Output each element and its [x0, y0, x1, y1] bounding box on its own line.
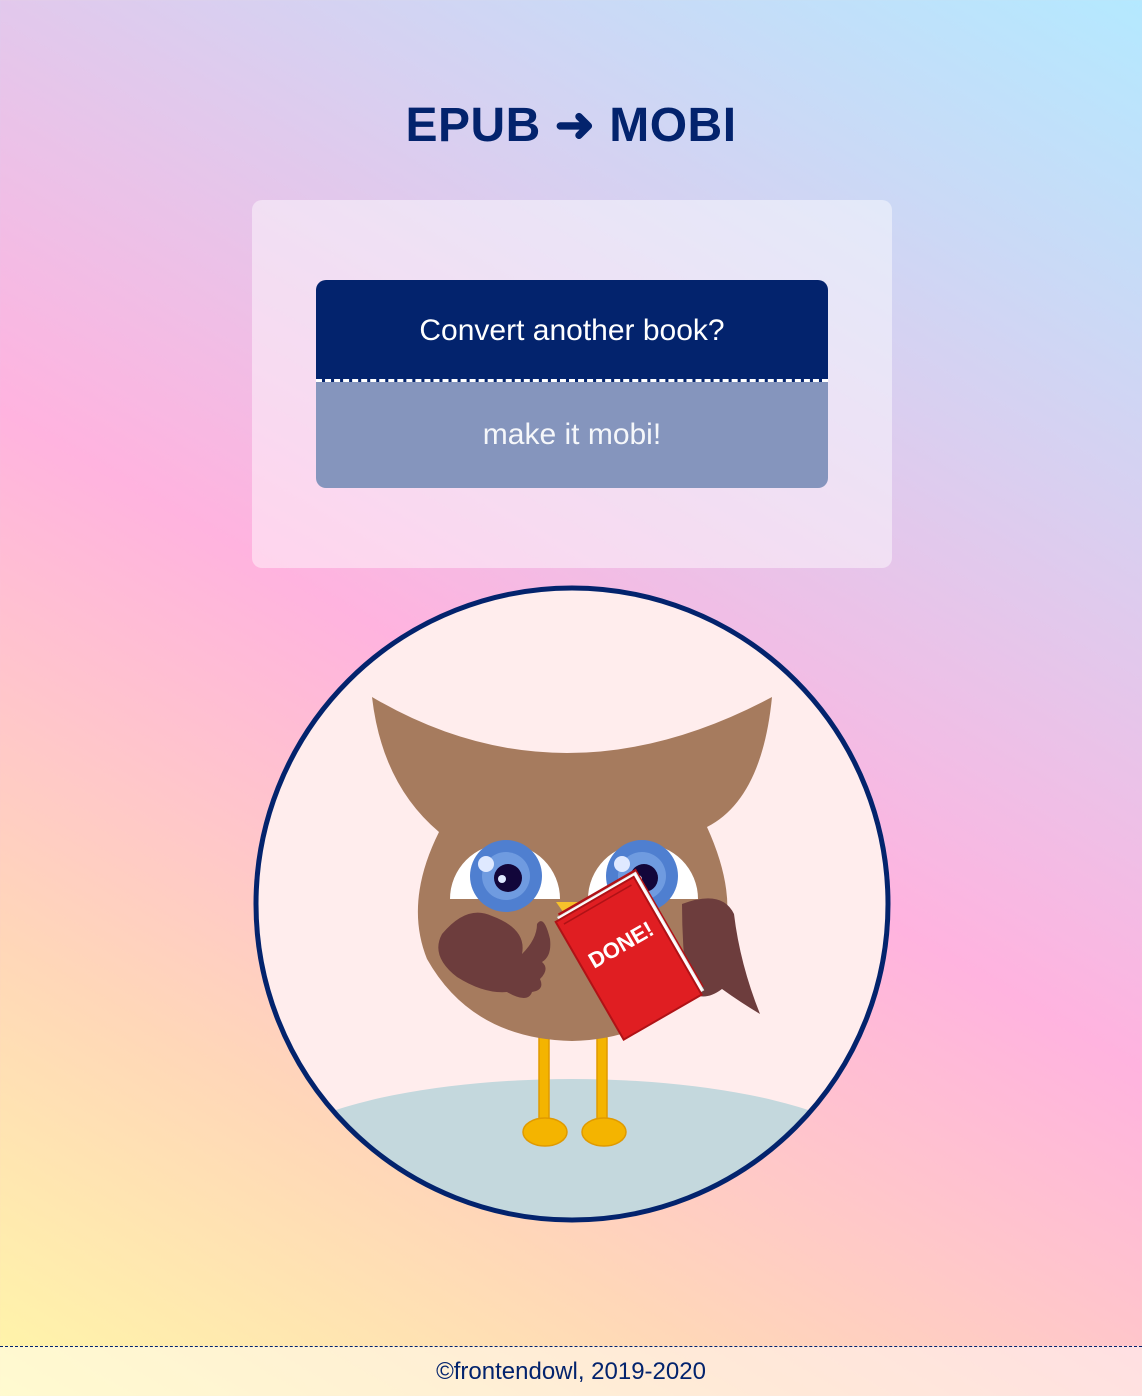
- page-title: EPUB ➜ MOBI: [405, 99, 737, 152]
- convert-another-book-button[interactable]: Convert another book?: [316, 280, 828, 382]
- converter-card: Convert another book? make it mobi!: [252, 200, 892, 568]
- footer-copyright: ©frontendowl, 2019-2020: [436, 1358, 706, 1385]
- owl-illustration: DONE!: [252, 584, 892, 1224]
- footer: ©frontendowl, 2019-2020: [0, 1346, 1142, 1396]
- owl-done-illustration: DONE!: [253, 585, 891, 1223]
- make-it-mobi-button[interactable]: make it mobi!: [316, 382, 828, 488]
